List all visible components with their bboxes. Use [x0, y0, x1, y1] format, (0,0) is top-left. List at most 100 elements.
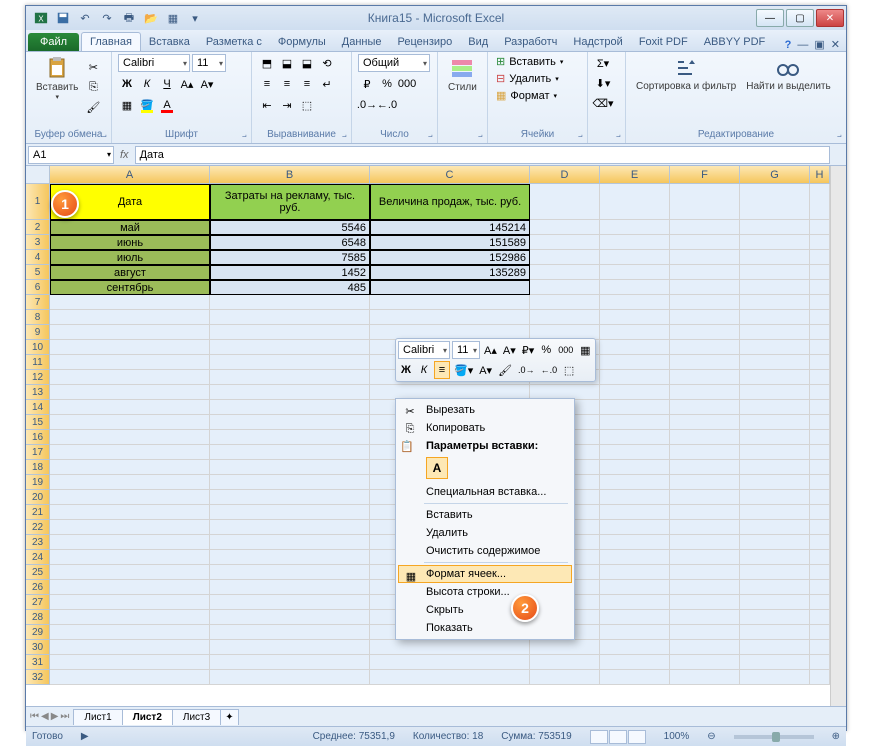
bold-button[interactable]: Ж [118, 75, 136, 93]
cell[interactable] [370, 310, 530, 325]
cell[interactable] [50, 310, 210, 325]
tab-developer[interactable]: Разработч [496, 33, 565, 51]
row-header-12[interactable]: 12 [26, 370, 50, 385]
cell[interactable] [740, 220, 810, 235]
cell[interactable] [210, 340, 370, 355]
tab-formulas[interactable]: Формулы [270, 33, 334, 51]
row-header-7[interactable]: 7 [26, 295, 50, 310]
cell[interactable] [530, 220, 600, 235]
row-header-28[interactable]: 28 [26, 610, 50, 625]
cell[interactable] [740, 445, 810, 460]
cell[interactable] [810, 265, 830, 280]
font-size-combo[interactable]: 11 [192, 54, 226, 72]
status-macro-icon[interactable]: ▶ [81, 731, 89, 742]
menu-format-cells[interactable]: ▦Формат ячеек... [398, 565, 572, 583]
mini-size-combo[interactable]: 11 [452, 341, 480, 359]
cell[interactable] [210, 595, 370, 610]
decrease-indent-icon[interactable]: ⇤ [258, 96, 276, 114]
cell[interactable] [810, 385, 830, 400]
row-header-25[interactable]: 25 [26, 565, 50, 580]
column-header-A[interactable]: A [50, 166, 210, 184]
cell[interactable] [50, 520, 210, 535]
row-header-10[interactable]: 10 [26, 340, 50, 355]
row-header-20[interactable]: 20 [26, 490, 50, 505]
cell[interactable]: 145214 [370, 220, 530, 235]
row-header-4[interactable]: 4 [26, 250, 50, 265]
sheet-nav-first-icon[interactable]: ⏮ [30, 711, 39, 722]
cell[interactable] [600, 640, 670, 655]
name-box[interactable]: A1 [28, 146, 114, 164]
cell[interactable] [600, 370, 670, 385]
comma-icon[interactable]: 000 [398, 75, 416, 93]
cell[interactable] [740, 460, 810, 475]
currency-icon[interactable]: ₽ [358, 75, 376, 93]
sheet-tab-3[interactable]: Лист3 [172, 709, 221, 725]
cell[interactable] [210, 445, 370, 460]
cell[interactable] [600, 490, 670, 505]
cell[interactable] [810, 220, 830, 235]
close-button[interactable]: ✕ [816, 9, 844, 27]
cell[interactable]: 135289 [370, 265, 530, 280]
cell[interactable] [600, 655, 670, 670]
tab-home[interactable]: Главная [81, 32, 141, 51]
cell[interactable] [740, 295, 810, 310]
cell[interactable] [670, 355, 740, 370]
tab-view[interactable]: Вид [460, 33, 496, 51]
cell[interactable] [740, 640, 810, 655]
cell[interactable] [670, 565, 740, 580]
cell[interactable] [210, 520, 370, 535]
cell[interactable] [670, 655, 740, 670]
cell[interactable] [370, 295, 530, 310]
cell[interactable] [50, 430, 210, 445]
cell[interactable] [670, 535, 740, 550]
cell[interactable] [50, 385, 210, 400]
cell[interactable] [600, 265, 670, 280]
cell[interactable] [670, 265, 740, 280]
undo-icon[interactable]: ↶ [76, 9, 94, 27]
cell[interactable] [50, 535, 210, 550]
column-header-D[interactable]: D [530, 166, 600, 184]
cell[interactable] [810, 490, 830, 505]
cell[interactable] [740, 475, 810, 490]
cell[interactable] [810, 400, 830, 415]
cell[interactable] [50, 445, 210, 460]
cell[interactable]: май [50, 220, 210, 235]
cell[interactable] [50, 655, 210, 670]
cell[interactable] [810, 430, 830, 445]
cell[interactable] [670, 220, 740, 235]
cell[interactable] [50, 640, 210, 655]
italic-button[interactable]: К [138, 75, 156, 93]
cell[interactable] [670, 400, 740, 415]
cell[interactable] [600, 220, 670, 235]
decrease-decimal-icon[interactable]: ←.0 [378, 96, 396, 114]
grow-font-icon[interactable]: A▴ [178, 75, 196, 93]
tab-insert[interactable]: Вставка [141, 33, 198, 51]
cell[interactable] [670, 490, 740, 505]
row-header-22[interactable]: 22 [26, 520, 50, 535]
cell[interactable] [600, 460, 670, 475]
cell[interactable] [740, 580, 810, 595]
mini-grow-font-icon[interactable]: A▴ [482, 341, 499, 359]
cell[interactable] [50, 295, 210, 310]
cell[interactable] [50, 505, 210, 520]
menu-clear-contents[interactable]: Очистить содержимое [398, 542, 572, 560]
sheet-tab-1[interactable]: Лист1 [73, 709, 122, 725]
cell[interactable] [740, 355, 810, 370]
cell[interactable] [740, 184, 810, 220]
cell[interactable] [530, 655, 600, 670]
cell[interactable] [50, 460, 210, 475]
row-header-11[interactable]: 11 [26, 355, 50, 370]
menu-hide[interactable]: Скрыть [398, 601, 572, 619]
cell[interactable] [600, 235, 670, 250]
cell[interactable] [740, 670, 810, 685]
cell[interactable] [210, 310, 370, 325]
menu-cut[interactable]: ✂Вырезать [398, 401, 572, 419]
cell[interactable] [670, 460, 740, 475]
cell[interactable] [670, 595, 740, 610]
column-header-C[interactable]: C [370, 166, 530, 184]
cell[interactable] [50, 565, 210, 580]
menu-copy[interactable]: ⎘Копировать [398, 419, 572, 437]
view-page-break-icon[interactable] [628, 730, 646, 744]
column-header-B[interactable]: B [210, 166, 370, 184]
cell[interactable] [530, 670, 600, 685]
